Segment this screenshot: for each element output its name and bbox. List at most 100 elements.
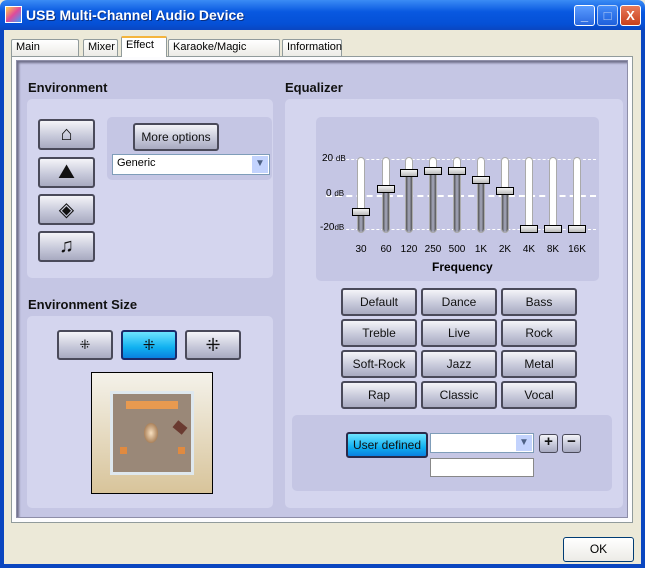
size-small-button[interactable]: ⁜ bbox=[57, 330, 113, 360]
env-musicians-button[interactable]: ♫ bbox=[38, 231, 95, 262]
eq-slider-120[interactable] bbox=[400, 157, 418, 233]
tab-effect[interactable]: Effect bbox=[121, 36, 167, 57]
preset-classic-button[interactable]: Classic bbox=[421, 381, 497, 409]
db-label-bottom: -20dB bbox=[320, 222, 344, 233]
slider-track bbox=[357, 157, 365, 233]
speakers-small-icon: ⁜ bbox=[79, 337, 91, 352]
user-preset-name-input[interactable] bbox=[430, 458, 534, 477]
underwater-icon: ◈ bbox=[58, 199, 75, 221]
slider-fill bbox=[454, 170, 460, 232]
slider-track bbox=[382, 157, 390, 233]
slider-track bbox=[573, 157, 581, 233]
slider-track bbox=[477, 157, 485, 233]
db-label-mid: 0 dB bbox=[326, 188, 344, 199]
room-preview bbox=[91, 372, 213, 494]
size-medium-button[interactable]: ⁜ bbox=[121, 330, 177, 360]
slider-thumb[interactable] bbox=[568, 225, 586, 233]
minimize-button[interactable]: _ bbox=[574, 5, 595, 26]
more-options-button[interactable]: More options bbox=[133, 123, 219, 151]
rear-left-speaker-icon bbox=[120, 447, 127, 454]
eq-slider-30[interactable] bbox=[352, 157, 370, 233]
preset-soft-rock-button[interactable]: Soft-Rock bbox=[341, 350, 417, 378]
speakers-large-icon: ⁜ bbox=[205, 334, 221, 355]
eq-slider-1k[interactable] bbox=[472, 157, 490, 233]
preset-rap-button[interactable]: Rap bbox=[341, 381, 417, 409]
opera-house-icon: ⛰ bbox=[58, 161, 75, 183]
window-frame bbox=[0, 564, 645, 568]
slider-fill bbox=[383, 187, 389, 232]
db-value: 0 bbox=[326, 188, 332, 199]
eq-slider-250[interactable] bbox=[424, 157, 442, 233]
tab-mixer[interactable]: Mixer bbox=[83, 39, 118, 56]
eq-slider-8k[interactable] bbox=[544, 157, 562, 233]
tab-main-setting[interactable]: Main Setting bbox=[11, 39, 79, 68]
slider-thumb[interactable] bbox=[472, 176, 490, 184]
tab-information[interactable]: Information bbox=[282, 39, 342, 56]
user-preset-select[interactable]: ▼ bbox=[430, 433, 534, 453]
minus-icon: − bbox=[567, 433, 576, 450]
preset-bass-button[interactable]: Bass bbox=[501, 288, 577, 316]
eq-slider-4k[interactable] bbox=[520, 157, 538, 233]
db-label-top: 20 dB bbox=[322, 153, 346, 164]
listener-icon bbox=[144, 423, 158, 443]
remove-preset-button[interactable]: − bbox=[562, 434, 581, 453]
close-button[interactable]: X bbox=[620, 5, 641, 26]
chevron-down-icon: ▼ bbox=[252, 156, 268, 173]
maximize-button[interactable]: □ bbox=[597, 5, 618, 26]
frequency-label: 16K bbox=[568, 244, 586, 255]
environment-preset-select[interactable]: Generic ▼ bbox=[112, 154, 270, 175]
house-icon: ⌂ bbox=[60, 123, 73, 145]
slider-thumb[interactable] bbox=[424, 167, 442, 176]
slider-thumb[interactable] bbox=[377, 184, 395, 193]
env-opera-house-button[interactable]: ⛰ bbox=[38, 157, 95, 188]
slider-track bbox=[525, 157, 533, 233]
slider-thumb[interactable] bbox=[352, 207, 370, 216]
front-speakers-icon bbox=[126, 401, 178, 409]
slider-thumb[interactable] bbox=[544, 225, 562, 233]
ok-button[interactable]: OK bbox=[563, 537, 634, 562]
preset-dance-button[interactable]: Dance bbox=[421, 288, 497, 316]
size-large-button[interactable]: ⁜ bbox=[185, 330, 241, 360]
db-unit: dB bbox=[334, 223, 345, 232]
equalizer-heading: Equalizer bbox=[285, 80, 343, 95]
slider-thumb[interactable] bbox=[448, 167, 466, 176]
slider-thumb[interactable] bbox=[520, 225, 538, 233]
slider-track bbox=[549, 157, 557, 233]
rear-right-speaker-icon bbox=[178, 447, 185, 454]
eq-slider-16k[interactable] bbox=[568, 157, 586, 233]
window-frame bbox=[0, 30, 4, 568]
slider-fill bbox=[430, 170, 436, 232]
user-defined-box bbox=[292, 415, 612, 491]
preset-rock-button[interactable]: Rock bbox=[501, 319, 577, 347]
preset-jazz-button[interactable]: Jazz bbox=[421, 350, 497, 378]
eq-slider-2k[interactable] bbox=[496, 157, 514, 233]
environment-heading: Environment bbox=[28, 80, 108, 95]
chevron-down-icon: ▼ bbox=[516, 435, 532, 451]
environment-size-heading: Environment Size bbox=[28, 297, 138, 312]
preset-live-button[interactable]: Live bbox=[421, 319, 497, 347]
slider-fill bbox=[502, 189, 508, 232]
speakers-medium-icon: ⁜ bbox=[142, 337, 156, 354]
add-preset-button[interactable]: + bbox=[539, 434, 558, 453]
tab-karaoke-magic-voice[interactable]: Karaoke/Magic Voice bbox=[168, 39, 280, 68]
eq-slider-60[interactable] bbox=[377, 157, 395, 233]
slider-thumb[interactable] bbox=[400, 169, 418, 177]
slider-thumb[interactable] bbox=[496, 186, 514, 195]
frequency-axis-label: Frequency bbox=[432, 260, 493, 274]
preset-treble-button[interactable]: Treble bbox=[341, 319, 417, 347]
env-underwater-button[interactable]: ◈ bbox=[38, 194, 95, 225]
user-defined-button[interactable]: User defined bbox=[346, 432, 428, 458]
eq-slider-500[interactable] bbox=[448, 157, 466, 233]
db-value: -20 bbox=[320, 222, 335, 233]
slider-fill bbox=[478, 179, 484, 232]
window-frame bbox=[641, 30, 645, 568]
preset-metal-button[interactable]: Metal bbox=[501, 350, 577, 378]
preset-default-button[interactable]: Default bbox=[341, 288, 417, 316]
preset-vocal-button[interactable]: Vocal bbox=[501, 381, 577, 409]
window-title: USB Multi-Channel Audio Device bbox=[26, 7, 245, 23]
musicians-icon: ♫ bbox=[59, 235, 74, 257]
slider-fill bbox=[406, 172, 412, 232]
env-house-button[interactable]: ⌂ bbox=[38, 119, 95, 150]
db-value: 20 bbox=[322, 153, 334, 164]
db-unit: dB bbox=[334, 189, 345, 198]
